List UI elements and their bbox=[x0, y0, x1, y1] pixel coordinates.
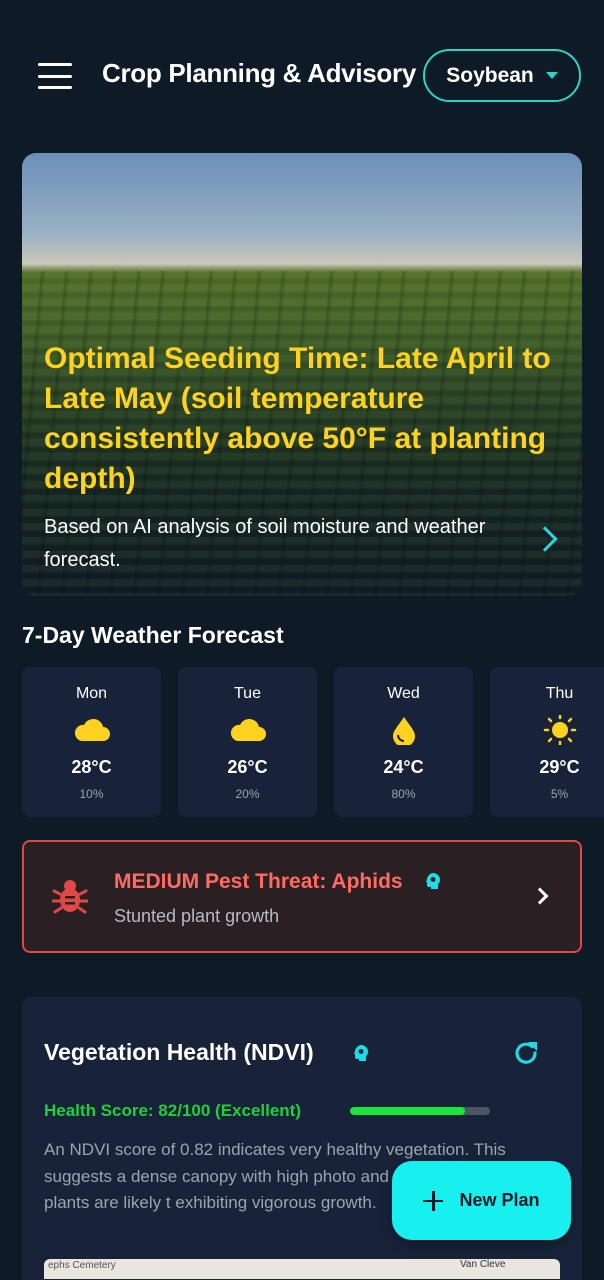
weather-day-card[interactable]: Thu 29°C 5% bbox=[490, 667, 604, 817]
weather-day-card[interactable]: Tue 26°C 20% bbox=[178, 667, 317, 817]
rain-drop-icon bbox=[392, 717, 415, 745]
weather-day: Wed bbox=[387, 685, 420, 702]
sun-icon bbox=[543, 715, 576, 745]
pest-alert-card[interactable]: MEDIUM Pest Threat: Aphids Stunted plant… bbox=[22, 840, 582, 953]
bug-icon bbox=[52, 880, 88, 914]
new-plan-button[interactable]: New Plan bbox=[392, 1161, 571, 1240]
health-score-fill bbox=[350, 1107, 465, 1115]
weather-day: Mon bbox=[75, 685, 108, 702]
weather-day: Thu bbox=[545, 685, 574, 702]
chevron-right-icon[interactable] bbox=[531, 887, 549, 905]
caret-down-icon bbox=[545, 72, 558, 79]
crop-selector[interactable]: Soybean bbox=[423, 49, 581, 102]
crop-selector-label: Soybean bbox=[446, 63, 534, 87]
map-label: ephs Cemetery bbox=[48, 1260, 116, 1271]
weather-day-card[interactable]: Wed 24°C 80% bbox=[334, 667, 473, 817]
ai-head-icon bbox=[426, 873, 440, 889]
seeding-advice-subtitle: Based on AI analysis of soil moisture an… bbox=[44, 516, 486, 571]
cloud-icon bbox=[230, 718, 266, 741]
plus-icon bbox=[423, 1190, 444, 1211]
weather-temp: 28°C bbox=[71, 757, 112, 777]
weather-temp: 26°C bbox=[227, 757, 268, 777]
pest-alert-subtitle: Stunted plant growth bbox=[114, 906, 280, 926]
ndvi-title: Vegetation Health (NDVI) bbox=[44, 1039, 314, 1065]
weather-temp: 24°C bbox=[383, 757, 424, 777]
ndvi-map[interactable]: ephs Cemetery Van Cleve bbox=[44, 1259, 560, 1279]
refresh-icon[interactable] bbox=[512, 1039, 540, 1067]
new-plan-label: New Plan bbox=[459, 1190, 540, 1210]
cloud-icon bbox=[74, 718, 110, 741]
weather-day: Tue bbox=[234, 685, 261, 702]
weather-rain-chance: 20% bbox=[235, 787, 260, 801]
health-score-bar bbox=[350, 1107, 490, 1115]
weather-rain-chance: 80% bbox=[391, 787, 416, 801]
pest-alert-title: MEDIUM Pest Threat: Aphids bbox=[114, 870, 403, 893]
weather-day-card[interactable]: Mon 28°C 10% bbox=[22, 667, 161, 817]
ai-head-icon bbox=[354, 1045, 368, 1061]
menu-icon[interactable] bbox=[38, 63, 72, 89]
health-score: Health Score: 82/100 (Excellent) bbox=[44, 1101, 302, 1120]
app-bar: Crop Planning & Advisory Soybean bbox=[0, 0, 604, 150]
page-title: Crop Planning & Advisory bbox=[102, 58, 416, 88]
weather-temp: 29°C bbox=[539, 757, 580, 777]
weather-rain-chance: 10% bbox=[79, 787, 104, 801]
map-label: Van Cleve bbox=[460, 1259, 506, 1270]
seeding-advice-title: Optimal Seeding Time: Late April to Late… bbox=[44, 342, 551, 495]
seeding-advice-card[interactable]: Optimal Seeding Time: Late April to Late… bbox=[22, 153, 582, 596]
weather-forecast-list[interactable]: Mon 28°C 10% Tue 26°C 20% Wed 24°C 80% T… bbox=[22, 667, 604, 817]
weather-section-title: 7-Day Weather Forecast bbox=[22, 622, 284, 648]
weather-rain-chance: 5% bbox=[550, 787, 569, 801]
